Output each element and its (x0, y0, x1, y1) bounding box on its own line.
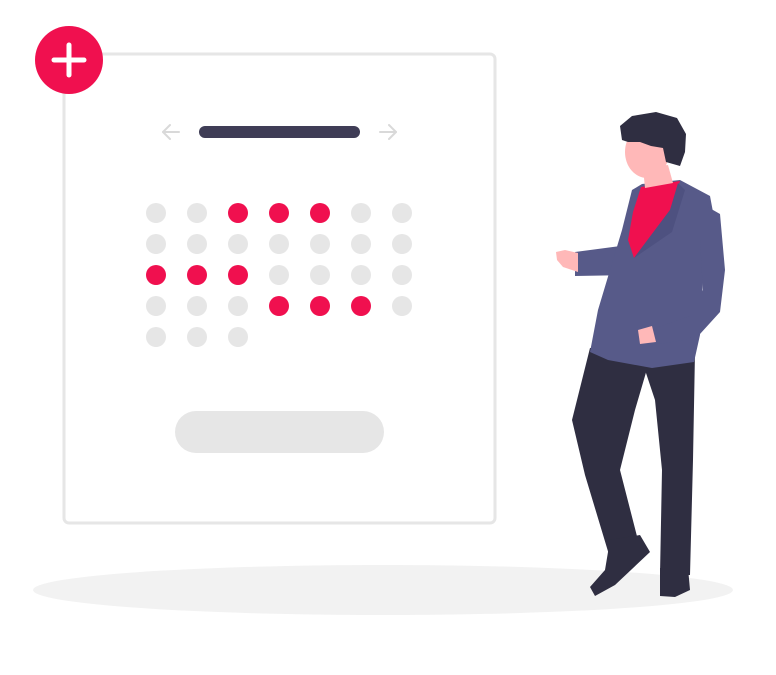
calendar-day[interactable] (310, 234, 330, 254)
calendar-day[interactable] (392, 296, 412, 316)
calendar-day[interactable] (146, 203, 166, 223)
calendar-illustration (0, 0, 776, 675)
calendar-day[interactable] (228, 327, 248, 347)
calendar-day[interactable] (269, 234, 289, 254)
month-title-bar (199, 126, 360, 138)
calendar-day[interactable] (351, 234, 371, 254)
calendar-day[interactable] (146, 234, 166, 254)
calendar-day[interactable] (228, 234, 248, 254)
scene (33, 26, 733, 615)
calendar-day-selected[interactable] (146, 265, 166, 285)
calendar-day-selected[interactable] (228, 265, 248, 285)
calendar-day[interactable] (392, 203, 412, 223)
calendar-day[interactable] (351, 265, 371, 285)
calendar-day[interactable] (146, 327, 166, 347)
calendar-day[interactable] (187, 203, 207, 223)
calendar-day[interactable] (187, 296, 207, 316)
calendar-day-selected[interactable] (310, 203, 330, 223)
confirm-button[interactable] (175, 411, 384, 453)
calendar-day-selected[interactable] (187, 265, 207, 285)
calendar-day-selected[interactable] (310, 296, 330, 316)
add-event-button[interactable] (35, 26, 103, 94)
calendar-day-selected[interactable] (228, 203, 248, 223)
calendar-day[interactable] (392, 234, 412, 254)
calendar-day-selected[interactable] (269, 296, 289, 316)
calendar-day[interactable] (187, 327, 207, 347)
calendar-day[interactable] (392, 265, 412, 285)
calendar-day[interactable] (310, 265, 330, 285)
person-leg-back (640, 352, 695, 575)
calendar-day[interactable] (269, 265, 289, 285)
person-illustration (556, 112, 725, 597)
person-leg-front (572, 348, 652, 558)
calendar-day[interactable] (187, 234, 207, 254)
calendar-day-selected[interactable] (269, 203, 289, 223)
calendar-day[interactable] (146, 296, 166, 316)
calendar-day[interactable] (228, 296, 248, 316)
person-hand (556, 250, 578, 272)
calendar-day[interactable] (351, 203, 371, 223)
calendar-day-selected[interactable] (351, 296, 371, 316)
calendar-card (62, 52, 497, 525)
